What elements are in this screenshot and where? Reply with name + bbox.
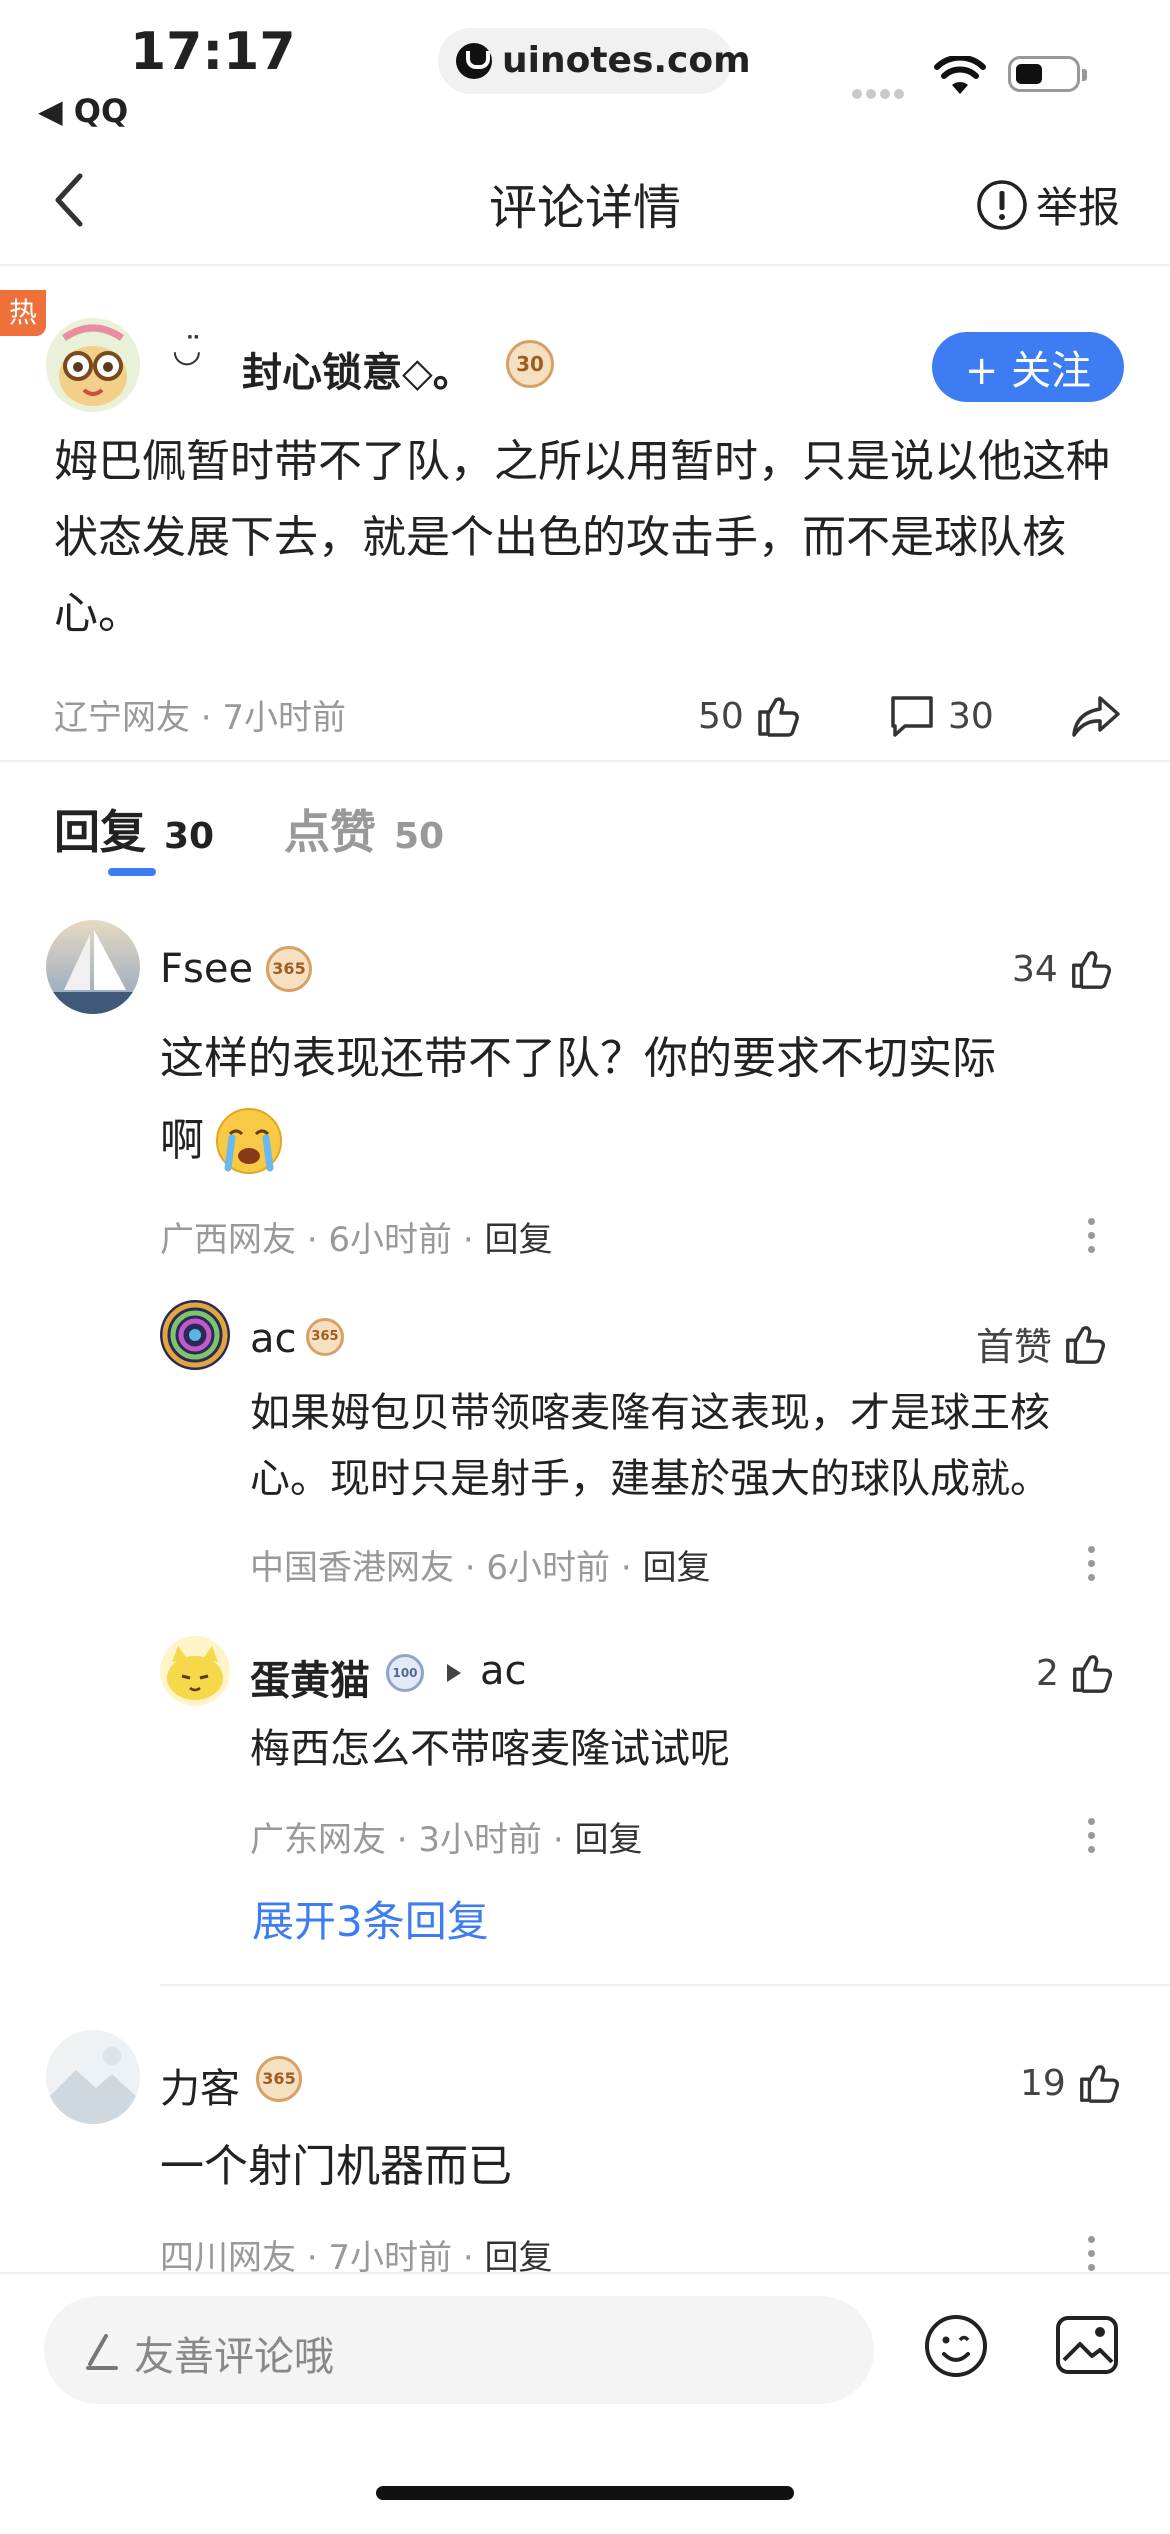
divider bbox=[0, 760, 1170, 762]
reply-text: 梅西怎么不带喀麦隆试试呢 bbox=[250, 1726, 730, 1772]
reply-text: 如果姆包贝带领喀麦隆有这表现，才是球王核心。现时只是射手，建基於强大的球队成就。 bbox=[250, 1390, 1050, 1502]
nav-bar: 评论详情 举报 bbox=[0, 140, 1170, 266]
level-badge: 365 bbox=[266, 946, 312, 992]
reply-link[interactable]: 回复 bbox=[484, 1220, 552, 1260]
tab-replies[interactable]: 回复 30 bbox=[54, 796, 214, 862]
level-badge: 100 bbox=[386, 1654, 424, 1692]
status-time: 17:17 bbox=[130, 22, 296, 82]
wifi-icon bbox=[934, 56, 986, 94]
reply-author-name[interactable]: 力客 bbox=[160, 2056, 240, 2114]
image-icon[interactable] bbox=[1054, 2312, 1120, 2378]
tab-likes-label: 点赞 bbox=[284, 805, 376, 859]
pen-icon bbox=[86, 2334, 118, 2370]
reply-like-count: 2 bbox=[1036, 1652, 1059, 1694]
thumbs-up-icon bbox=[1072, 1655, 1112, 1693]
reply-text-line2: 啊 bbox=[160, 1115, 204, 1166]
url-text: uinotes.com bbox=[502, 40, 751, 81]
reply-meta: 中国香港网友 · 6小时前 · 回复 bbox=[250, 1540, 710, 1589]
hot-badge: 热 bbox=[0, 290, 46, 336]
home-indicator bbox=[376, 2486, 794, 2500]
crying-emoji-icon bbox=[216, 1108, 282, 1174]
tab-likes[interactable]: 点赞 50 bbox=[284, 796, 444, 862]
avatar[interactable] bbox=[46, 2030, 140, 2124]
reply-like-count: 首赞 bbox=[976, 1325, 1053, 1369]
comment-input-placeholder: 友善评论哦 bbox=[134, 2334, 334, 2380]
reply-link[interactable]: 回复 bbox=[574, 1820, 642, 1860]
share-button[interactable] bbox=[1070, 692, 1122, 740]
tab-replies-label: 回复 bbox=[54, 805, 146, 859]
expand-replies-link[interactable]: 展开3条回复 bbox=[252, 1888, 489, 1949]
avatar[interactable] bbox=[46, 920, 140, 1014]
comment-button[interactable]: 30 bbox=[888, 692, 994, 740]
reply-meta-text: 中国香港网友 · 6小时前 · bbox=[250, 1548, 643, 1588]
share-icon bbox=[1072, 696, 1120, 737]
battery-icon bbox=[1008, 56, 1087, 92]
report-button[interactable]: 举报 bbox=[976, 174, 1120, 235]
back-to-app-link[interactable]: ◀ QQ bbox=[38, 92, 128, 130]
follow-button[interactable]: + 关注 bbox=[932, 332, 1124, 402]
author-decor: ◡̈ bbox=[172, 330, 202, 370]
level-badge: 30 bbox=[506, 340, 554, 388]
reply-like-count: 19 bbox=[1020, 2062, 1066, 2104]
reply-meta-text: 广西网友 · 6小时前 · bbox=[160, 1220, 485, 1260]
comment-icon bbox=[891, 696, 933, 737]
reply-like-button[interactable]: 2 bbox=[1036, 1650, 1115, 1696]
alert-icon bbox=[977, 179, 1027, 230]
comment-input[interactable]: 友善评论哦 bbox=[44, 2296, 874, 2404]
comment-text: 姆巴佩暂时带不了队，之所以用暂时，只是说以他这种状态发展下去，就是个出色的攻击手… bbox=[54, 436, 1110, 639]
reply-meta-text: 广东网友 · 3小时前 · bbox=[250, 1820, 575, 1860]
more-options-icon[interactable] bbox=[1088, 1546, 1096, 1588]
reply-like-count: 34 bbox=[1012, 948, 1058, 990]
comment-meta: 辽宁网友 · 7小时前 bbox=[54, 698, 347, 738]
status-bar: 17:17 ◀ QQ uinotes.com bbox=[0, 0, 1170, 140]
reply-like-button[interactable]: 34 bbox=[1012, 946, 1114, 992]
avatar[interactable] bbox=[160, 1636, 230, 1706]
reply-to-arrow-icon bbox=[447, 1664, 461, 1682]
reply-text: 这样的表现还带不了队？你的要求不切实际 bbox=[160, 1033, 996, 1084]
tab-active-indicator bbox=[108, 868, 156, 876]
avatar[interactable] bbox=[160, 1300, 230, 1370]
report-label: 举报 bbox=[1036, 183, 1121, 232]
tab-likes-count: 50 bbox=[394, 816, 445, 857]
thumbs-up-icon bbox=[758, 697, 799, 737]
reply-like-button[interactable]: 首赞 bbox=[976, 1316, 1108, 1371]
reply-author-name[interactable]: 蛋黄猫 bbox=[250, 1648, 370, 1706]
reply-meta: 广西网友 · 6小时前 · 回复 bbox=[160, 1212, 552, 1261]
thumbs-up-icon bbox=[1066, 1325, 1106, 1364]
like-button[interactable]: 50 bbox=[698, 692, 802, 740]
more-options-icon[interactable] bbox=[1088, 1818, 1096, 1860]
avatar[interactable] bbox=[46, 318, 140, 412]
level-badge: 365 bbox=[306, 1318, 344, 1356]
reply-like-button[interactable]: 19 bbox=[1020, 2060, 1122, 2106]
site-logo-icon bbox=[456, 43, 492, 79]
more-options-icon[interactable] bbox=[1088, 1218, 1096, 1260]
like-count: 50 bbox=[698, 695, 744, 737]
comment-count: 30 bbox=[948, 695, 994, 737]
reply-author-name[interactable]: Fsee bbox=[160, 946, 253, 992]
reply-link[interactable]: 回复 bbox=[642, 1548, 710, 1588]
divider bbox=[160, 1984, 1170, 1986]
author-name[interactable]: 封心锁意◇。 bbox=[242, 340, 473, 398]
level-badge: 365 bbox=[256, 2056, 302, 2102]
url-pill[interactable]: uinotes.com bbox=[438, 28, 751, 94]
tab-replies-count: 30 bbox=[164, 816, 215, 857]
thumbs-up-icon bbox=[1071, 951, 1111, 989]
reply-to-name[interactable]: ac bbox=[480, 1648, 527, 1694]
emoji-icon[interactable] bbox=[922, 2312, 990, 2380]
reply-meta: 广东网友 · 3小时前 · 回复 bbox=[250, 1812, 642, 1861]
signal-icon bbox=[852, 84, 912, 99]
reply-author-name[interactable]: ac bbox=[250, 1316, 297, 1362]
reply-text: 一个射门机器而已 bbox=[160, 2141, 512, 2192]
thumbs-up-icon bbox=[1079, 2065, 1119, 2103]
